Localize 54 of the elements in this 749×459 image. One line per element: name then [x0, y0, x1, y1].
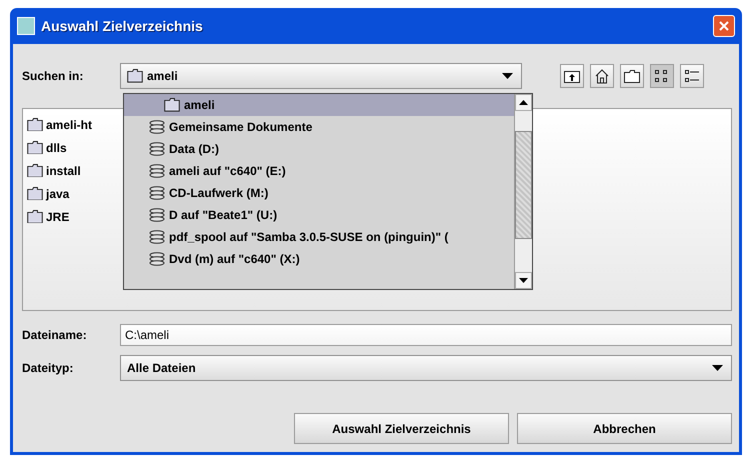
toolbar-button[interactable]: [650, 64, 674, 88]
down-arrow-icon: [519, 278, 528, 283]
drive-icon: [149, 120, 165, 134]
drive-icon: [149, 164, 165, 178]
dropdown-item[interactable]: Data (D:): [124, 138, 514, 160]
window-icon: [17, 17, 35, 35]
window-title: Auswahl Zielverzeichnis: [41, 18, 204, 34]
folder-icon: [27, 210, 43, 224]
drive-icon: [149, 230, 165, 244]
look-in-dropdown[interactable]: ameli: [120, 63, 522, 89]
folder-name[interactable]: java: [46, 186, 70, 200]
toolbar-button[interactable]: [680, 64, 704, 88]
scrollbar[interactable]: [514, 94, 532, 289]
close-button[interactable]: [713, 15, 735, 37]
list-view-icon: [654, 70, 670, 82]
field-label: Dateiname:: [22, 328, 88, 342]
folder-icon: [27, 118, 43, 132]
home-icon: [595, 68, 609, 84]
folder-name[interactable]: ameli-ht: [46, 118, 92, 132]
folder-icon: [27, 140, 43, 154]
dialog-button[interactable]: Abbrechen: [517, 413, 732, 444]
folder-name[interactable]: JRE: [46, 210, 70, 224]
dropdown-item[interactable]: ameli auf "c640" (E:): [124, 160, 514, 182]
dropdown-item[interactable]: pdf_spool auf "Samba 3.0.5-SUSE on (pinguin)" (: [124, 226, 514, 248]
caret-icon: [502, 73, 513, 79]
folder-icon: [164, 98, 180, 112]
drive-icon: [149, 208, 165, 222]
field-label: Dateityp:: [22, 361, 74, 375]
dropdown-item[interactable]: Dvd (m) auf "c640" (X:): [124, 248, 514, 270]
dropdown-item[interactable]: CD-Laufwerk (M:): [124, 182, 514, 204]
toolbar-button[interactable]: [590, 64, 614, 88]
drive-icon: [149, 186, 165, 200]
filename-field[interactable]: C:\ameli: [120, 324, 732, 346]
dropdown-item[interactable]: D auf "Beate1" (U:): [124, 204, 514, 226]
dropdown-item[interactable]: Gemeinsame Dokumente: [124, 116, 514, 138]
drive-icon: [149, 252, 165, 266]
toolbar-button[interactable]: [560, 64, 584, 88]
close-icon: [718, 20, 730, 32]
dialog-button[interactable]: Auswahl Zielverzeichnis: [294, 413, 509, 444]
folder-name[interactable]: install: [46, 164, 81, 178]
up-arrow-icon: [519, 100, 528, 105]
folder-up-icon: [564, 69, 580, 83]
dropdown-item[interactable]: ameli: [124, 94, 514, 116]
caret-icon: [712, 365, 723, 371]
folder-icon: [27, 164, 43, 178]
toolbar-button[interactable]: [620, 64, 644, 88]
folder-name[interactable]: dlls: [46, 140, 67, 154]
details-view-icon: [684, 70, 700, 82]
file-type-dropdown[interactable]: Alle Dateien: [120, 355, 732, 381]
folder-icon: [127, 69, 143, 83]
folder-icon: [624, 70, 640, 82]
field-label: Suchen in:: [22, 69, 84, 83]
drive-icon: [149, 142, 165, 156]
folder-icon: [27, 186, 43, 200]
